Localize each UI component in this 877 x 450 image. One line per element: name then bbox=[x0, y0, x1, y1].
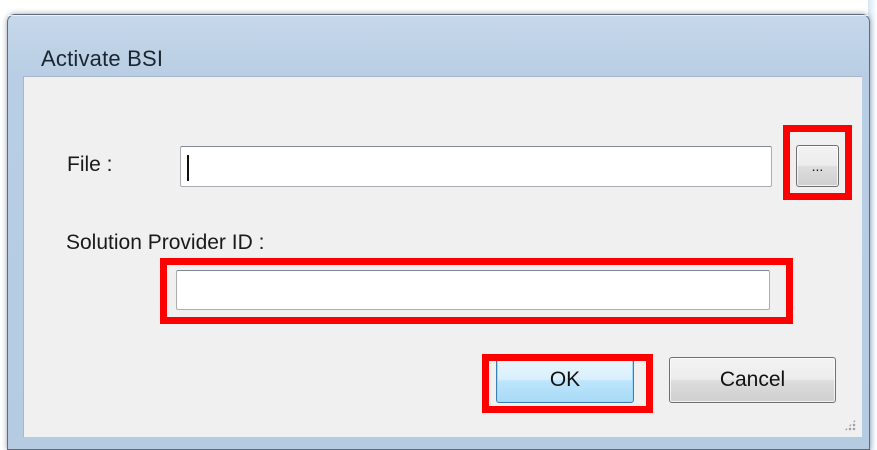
resize-grip-icon[interactable] bbox=[844, 419, 856, 431]
browse-button[interactable]: ... bbox=[796, 145, 839, 187]
file-label: File : bbox=[67, 153, 113, 176]
text-caret bbox=[187, 155, 189, 181]
file-path-input[interactable] bbox=[180, 146, 772, 187]
dialog-title: Activate BSI bbox=[41, 46, 164, 71]
solution-provider-id-label: Solution Provider ID : bbox=[66, 231, 265, 254]
solution-provider-id-input[interactable] bbox=[176, 270, 770, 310]
ok-button[interactable]: OK bbox=[496, 357, 634, 403]
cancel-button[interactable]: Cancel bbox=[669, 357, 836, 403]
